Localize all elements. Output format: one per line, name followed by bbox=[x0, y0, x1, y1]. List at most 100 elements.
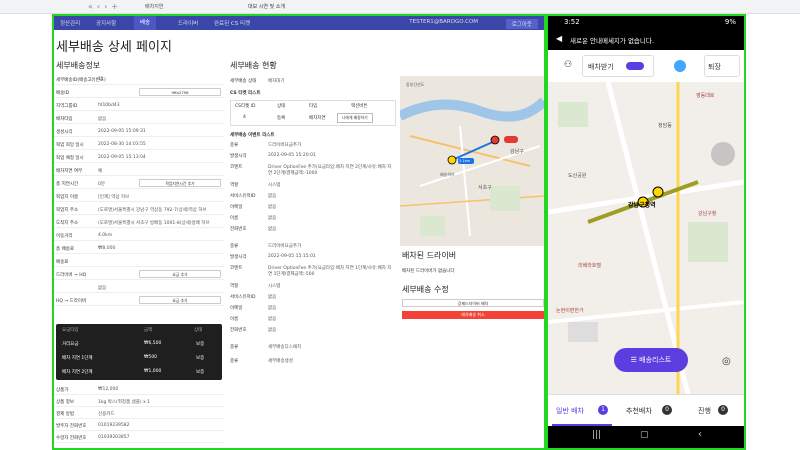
event-value: 시스템 bbox=[268, 284, 281, 289]
delivery-map[interactable]: 동부간선도 강남구 서초구 배송허브 3.1km bbox=[400, 76, 544, 246]
nav-item-settlement[interactable]: 정산관리 bbox=[60, 19, 80, 27]
info-row-value: 0분 bbox=[98, 182, 106, 187]
cs-list-title: CS 티켓 리스트 bbox=[230, 91, 261, 96]
phone-tabs: 일반 배차 1 추천배차 0 진행 0 bbox=[548, 394, 744, 426]
event-key: 이름 bbox=[230, 216, 239, 221]
cs-header-action: 액션버튼 bbox=[351, 104, 368, 109]
info-row-value: 없음 bbox=[98, 117, 107, 122]
list-icon: ☰ bbox=[630, 356, 640, 364]
assigned-empty: 배차된 드라이버가 없습니다 bbox=[402, 269, 455, 274]
event-key: 전화번호 bbox=[230, 227, 247, 232]
logout-button[interactable]: 로그아웃 bbox=[505, 19, 538, 29]
info-row-value: ₩8,000 bbox=[98, 246, 116, 251]
info-row-key: 발주자 전화번호 bbox=[56, 424, 87, 429]
back-icon[interactable]: ‹ bbox=[698, 429, 702, 440]
info-row-key: 배차지연 여부 bbox=[56, 169, 83, 174]
recent-apps-icon[interactable]: ||| bbox=[592, 430, 601, 440]
event-value: 2022-09-05 15:15:01 bbox=[268, 254, 316, 259]
event-value: 드라이버요금추가 bbox=[268, 143, 302, 148]
map-label: 배송허브 bbox=[440, 172, 455, 177]
dispatch-toggle[interactable] bbox=[626, 62, 644, 70]
info-row: 상품 정보 1kg 박스(취정품 샘플) x 1 bbox=[54, 396, 224, 407]
avatar bbox=[674, 60, 686, 72]
info-row-value: 2022-08-30 14:03:55 bbox=[98, 142, 146, 147]
info-row-key: 수령자 전화번호 bbox=[56, 436, 87, 441]
nav-item-notice[interactable]: 공지사항 bbox=[96, 19, 116, 27]
notice-text: 새로운 안내메세지가 없습니다. bbox=[570, 37, 654, 45]
event-collapsed-key[interactable]: 종류 bbox=[230, 344, 238, 350]
fee-row-amount: ₩6,500 bbox=[144, 341, 162, 346]
info-row-button[interactable]: 9ffa2798 bbox=[139, 88, 221, 96]
profile-icon[interactable]: ⚇ bbox=[564, 60, 572, 70]
event-value: Driver OptionFee 추가(요금타입:배차 지연 2단계/사유:배차… bbox=[268, 165, 392, 176]
delivery-list-label: 배송리스트 bbox=[639, 356, 672, 364]
top-navigation: 정산관리 공지사항 배송 드라이버 완료된 CS 티켓 TESTER1@BARO… bbox=[54, 16, 544, 30]
phone-map-label: 리베라호텔 bbox=[578, 263, 602, 269]
info-row: 픽업 희망 일시 2022-08-30 14:03:55 bbox=[54, 139, 224, 150]
tab-general[interactable]: 일반 배차 bbox=[556, 406, 584, 416]
event-key: 전화번호 bbox=[230, 328, 247, 333]
event-key: 서비스유저ID bbox=[230, 295, 256, 300]
tab-progress[interactable]: 진행 bbox=[698, 406, 711, 416]
info-row: 상품가 ₩12,000 bbox=[54, 384, 224, 395]
phone-nav-bar: ||| ▢ ‹ bbox=[548, 426, 744, 448]
nav-item-driver[interactable]: 드라이버 bbox=[178, 19, 198, 27]
event-collapsed-key[interactable]: 종류 bbox=[230, 358, 238, 364]
info-title: 세부배송정보 bbox=[56, 61, 101, 70]
phone-status-bar: 3:52 9% bbox=[548, 16, 744, 30]
info-row: 드라이버 → HQ 요금 추가 bbox=[54, 269, 224, 280]
info-row-value: (도로명)서울특별시 서초구 방배동 1001-8(상세)방배 허브 bbox=[98, 221, 210, 226]
info-row-key: 상품가 bbox=[56, 388, 69, 393]
locate-icon[interactable]: ◎ bbox=[722, 356, 731, 367]
info-row-key: HQ → 드라이버 bbox=[56, 299, 87, 304]
event-value: 없음 bbox=[268, 328, 277, 333]
dispatch-toggle-label: 배차받기 bbox=[588, 63, 614, 71]
browser-nav-icons[interactable]: «‹›+ bbox=[88, 2, 122, 11]
event-value: Driver OptionFee 추가(요금타입:배차 지연 1단계/사유:배차… bbox=[268, 266, 392, 277]
event-value: 없음 bbox=[268, 216, 277, 221]
event-key: 코멘트 bbox=[230, 165, 243, 170]
event-collapsed-value: 세부배송생성 bbox=[268, 359, 293, 364]
info-row-key: 총 지연시간 bbox=[56, 182, 79, 187]
info-row-button[interactable]: 요금 추가 bbox=[139, 270, 221, 278]
map-label: 서초구 bbox=[478, 185, 492, 191]
info-row-button[interactable]: 요금 추가 bbox=[139, 296, 221, 304]
info-row: 없음 bbox=[54, 282, 224, 293]
info-row: 수령자 전화번호 01039203857 bbox=[54, 432, 224, 443]
phone-map-label: 강남구청 bbox=[698, 211, 717, 217]
info-row-key: 픽업 예정 일시 bbox=[56, 156, 84, 161]
state-label: 세부배송 상태 bbox=[230, 79, 257, 84]
phone-map[interactable]: 강남구청역 영동대로 청담동 도산공원 강남구청 리베라호텔 논현이편한가 ☰ … bbox=[548, 82, 744, 394]
home-icon[interactable]: ▢ bbox=[640, 430, 649, 440]
event-key: 이메일 bbox=[230, 306, 243, 311]
tab-general-count: 1 bbox=[598, 405, 608, 415]
nav-item-cs-ticket[interactable]: 완료된 CS 티켓 bbox=[214, 19, 250, 27]
info-row: 배송료 bbox=[54, 256, 224, 267]
info-row-key: 픽업지 주소 bbox=[56, 208, 79, 213]
browser-tab-1[interactable]: 배차지연 bbox=[145, 3, 163, 10]
browser-tab-2[interactable]: 대모 시연 및 소개 bbox=[248, 3, 285, 10]
phone-battery: 9% bbox=[724, 18, 736, 26]
info-row: 총 배송료 ₩8,000 bbox=[54, 243, 224, 254]
cs-row-type: 배차지연 bbox=[309, 116, 326, 121]
delivery-list-button[interactable]: ☰ 배송리스트 bbox=[614, 348, 688, 372]
info-row: HQ → 드라이버 요금 추가 bbox=[54, 295, 224, 306]
info-row-button[interactable]: 픽업지연시간 추가 bbox=[139, 179, 221, 187]
phone-map-label: 강남구청역 bbox=[628, 202, 656, 209]
event-value: 없음 bbox=[268, 306, 277, 311]
assign-to-me-button[interactable]: 나에게 배정하기 bbox=[337, 113, 373, 123]
cs-header-type: 타입 bbox=[309, 104, 318, 109]
nav-item-delivery[interactable]: 배송 bbox=[134, 16, 157, 30]
info-row-key: 픽업 희망 일시 bbox=[56, 143, 84, 148]
info-row-value: 2022-09-05 15:13:04 bbox=[98, 155, 146, 160]
event-key: 종류 bbox=[230, 244, 239, 249]
info-row-value: 01039203857 bbox=[98, 435, 130, 440]
event-key: 이메일 bbox=[230, 205, 243, 210]
info-row-key: 배차타입 bbox=[56, 117, 73, 122]
info-row-value: [인계] 역삼 허브 bbox=[98, 195, 130, 200]
tab-recommend[interactable]: 추천배차 bbox=[626, 406, 652, 416]
phone-map-label: 청담동 bbox=[658, 123, 672, 129]
force-assign-button[interactable]: 강제드라이버 배차 bbox=[402, 299, 544, 307]
cancel-dispatch-button[interactable]: 배차배송 취소 bbox=[402, 311, 544, 319]
info-row-key: 결제 방법 bbox=[56, 412, 74, 417]
